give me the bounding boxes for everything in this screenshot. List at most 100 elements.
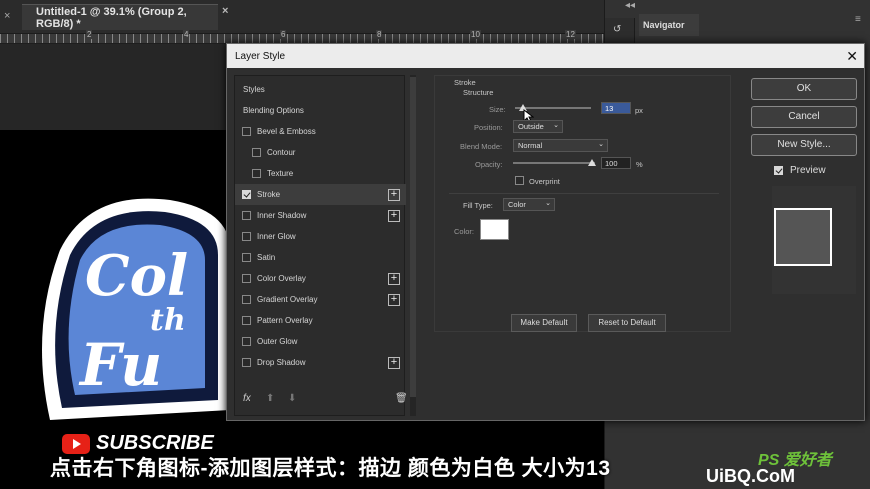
ruler-mark: 6: [280, 30, 287, 39]
fill-type-label: Fill Type:: [463, 201, 493, 210]
style-item-label: Stroke: [257, 190, 281, 199]
opacity-slider[interactable]: [513, 162, 595, 164]
style-item-drop-shadow[interactable]: Drop Shadow +: [235, 352, 406, 373]
style-item-satin[interactable]: Satin: [235, 247, 406, 268]
ruler-mark: 12: [565, 30, 576, 39]
blend-mode-value: Normal: [518, 141, 543, 150]
style-item-texture[interactable]: Texture: [235, 163, 406, 184]
checkbox[interactable]: [242, 316, 251, 325]
style-item-label: Inner Glow: [257, 232, 296, 241]
blend-mode-label: Blend Mode:: [460, 142, 503, 151]
style-item-label: Pattern Overlay: [257, 316, 313, 325]
expand-panels-icon[interactable]: ◂◂: [625, 0, 635, 11]
make-default-button[interactable]: Make Default: [511, 314, 577, 332]
size-label: Size:: [489, 105, 506, 114]
chevron-down-icon: ⌄: [553, 122, 559, 129]
divider: [449, 193, 719, 194]
add-effect-icon[interactable]: +: [388, 356, 400, 369]
checkbox[interactable]: [242, 127, 251, 136]
site-watermark: UiBQ.CoM: [706, 466, 795, 486]
style-item-label: Bevel & Emboss: [257, 127, 316, 136]
scrollbar-thumb[interactable]: [410, 77, 416, 397]
panel-menu-icon[interactable]: ≡: [855, 14, 861, 25]
move-down-icon[interactable]: ⬇: [288, 393, 296, 404]
checkbox[interactable]: [242, 295, 251, 304]
subtitle-caption: 点击右下角图标-添加图层样式：描边 颜色为白色 大小为13: [50, 457, 611, 480]
color-label: Color:: [454, 227, 475, 236]
style-item-label: Contour: [267, 148, 296, 157]
checkbox[interactable]: [242, 274, 251, 283]
style-item-label: Drop Shadow: [257, 358, 306, 367]
style-item-pattern-overlay[interactable]: Pattern Overlay: [235, 310, 406, 331]
styles-list: Styles Blending Options Bevel & Emboss C…: [234, 75, 408, 416]
opacity-slider-thumb[interactable]: [588, 159, 596, 166]
ruler-mark: 8: [376, 30, 383, 39]
document-tab[interactable]: Untitled-1 @ 39.1% (Group 2, RGB/8) * ×: [22, 4, 228, 30]
ruler-mark: 4: [183, 30, 190, 39]
checkbox[interactable]: [242, 358, 251, 367]
size-unit: px: [635, 106, 643, 115]
position-dropdown[interactable]: Outside ⌄: [513, 120, 563, 133]
style-item-color-overlay[interactable]: Color Overlay +: [235, 268, 406, 289]
size-input[interactable]: 13: [601, 102, 631, 114]
checkbox[interactable]: [242, 337, 251, 346]
fill-type-value: Color: [508, 200, 526, 209]
preview-checkbox[interactable]: [774, 166, 783, 175]
lettering-artwork: Col th Fu: [42, 198, 230, 420]
checkbox[interactable]: [242, 211, 251, 220]
checkbox[interactable]: [252, 148, 261, 157]
close-tab-icon[interactable]: ×: [222, 5, 228, 17]
style-item-inner-shadow[interactable]: Inner Shadow +: [235, 205, 406, 226]
style-item-contour[interactable]: Contour: [235, 142, 406, 163]
checkbox[interactable]: [242, 253, 251, 262]
add-effect-icon[interactable]: +: [388, 209, 400, 222]
fx-icon[interactable]: fx: [243, 393, 251, 404]
styles-header[interactable]: Styles: [235, 79, 406, 100]
styles-scrollbar[interactable]: [410, 75, 416, 416]
style-item-stroke[interactable]: Stroke +: [235, 184, 406, 205]
opacity-unit: %: [636, 160, 643, 169]
style-item-label: Gradient Overlay: [257, 295, 318, 304]
new-style-button[interactable]: New Style...: [751, 134, 857, 156]
panel-collapse-icon[interactable]: ×: [4, 10, 10, 22]
add-effect-icon[interactable]: +: [388, 293, 400, 306]
blend-mode-dropdown[interactable]: Normal ⌄: [513, 139, 608, 152]
trash-icon[interactable]: 🗑: [395, 393, 408, 404]
opacity-input[interactable]: 100: [601, 157, 631, 169]
stroke-heading: Stroke: [454, 78, 476, 87]
document-tab-title: Untitled-1 @ 39.1% (Group 2, RGB/8) *: [36, 5, 187, 30]
fill-type-dropdown[interactable]: Color ⌄: [503, 198, 555, 211]
style-item-bevel-emboss[interactable]: Bevel & Emboss: [235, 121, 406, 142]
position-value: Outside: [518, 122, 544, 131]
style-item-label: Inner Shadow: [257, 211, 307, 220]
chevron-down-icon: ⌄: [545, 200, 551, 207]
cancel-button[interactable]: Cancel: [751, 106, 857, 128]
dialog-title: Layer Style: [227, 44, 864, 68]
ok-button[interactable]: OK: [751, 78, 857, 100]
overprint-checkbox[interactable]: [515, 176, 524, 185]
structure-heading: Structure: [463, 88, 494, 97]
style-item-outer-glow[interactable]: Outer Glow: [235, 331, 406, 352]
move-up-icon[interactable]: ⬆: [266, 393, 274, 404]
preview-swatch: [774, 208, 832, 266]
style-item-gradient-overlay[interactable]: Gradient Overlay +: [235, 289, 406, 310]
style-item-label: Color Overlay: [257, 274, 306, 283]
ruler-mark: 2: [86, 30, 93, 39]
blending-options-item[interactable]: Blending Options: [235, 100, 406, 121]
overprint-label: Overprint: [529, 177, 560, 186]
checkbox[interactable]: [242, 232, 251, 241]
add-effect-icon[interactable]: +: [388, 188, 400, 201]
add-effect-icon[interactable]: +: [388, 272, 400, 285]
checkbox-checked[interactable]: [242, 190, 251, 199]
reset-to-default-button[interactable]: Reset to Default: [588, 314, 666, 332]
ruler-mark: 10: [470, 30, 481, 39]
tab-navigator[interactable]: Navigator: [639, 14, 699, 36]
style-item-label: Outer Glow: [257, 337, 298, 346]
close-icon[interactable]: ✕: [846, 48, 858, 65]
color-swatch[interactable]: [480, 219, 509, 240]
svg-text:Col: Col: [85, 243, 188, 309]
style-preview: [772, 186, 856, 294]
checkbox[interactable]: [252, 169, 261, 178]
style-item-inner-glow[interactable]: Inner Glow: [235, 226, 406, 247]
style-item-label: Satin: [257, 253, 276, 262]
